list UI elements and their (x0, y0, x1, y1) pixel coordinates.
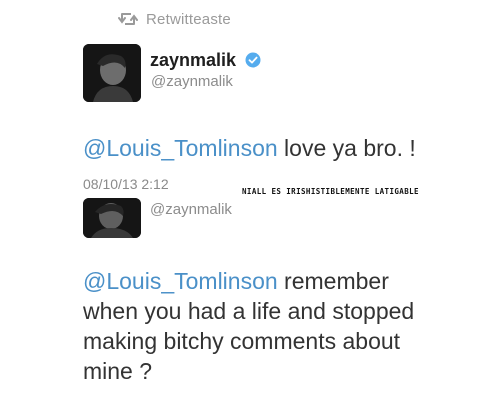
tweet-text: @Louis_Tomlinson love ya bro. ! (83, 133, 416, 163)
tweet-line-4: mine ? (83, 358, 153, 384)
avatar[interactable] (83, 198, 141, 238)
user-handle[interactable]: @zaynmalik (151, 73, 233, 90)
tweet-line-2: when you had a life and stopped (83, 298, 415, 324)
timestamp[interactable]: 08/10/13 2:12 (83, 176, 169, 192)
tweet-text: @Louis_Tomlinson remember when you had a… (83, 266, 473, 386)
display-name[interactable]: zaynmalik (150, 50, 236, 70)
tweet-line-1: @Louis_Tomlinson remember (83, 268, 389, 294)
retweet-header: Retwitteaste (118, 9, 231, 29)
mention-link[interactable]: @Louis_Tomlinson (83, 268, 278, 294)
tweet-line-3: making bitchy comments about (83, 328, 401, 354)
mention-link[interactable]: @Louis_Tomlinson (83, 135, 278, 161)
user-name-row: zaynmalik (150, 50, 261, 71)
retweet-label: Retwitteaste (146, 10, 231, 28)
verified-badge-icon (245, 52, 261, 68)
overlay-caption: NIALL ES IRISHISTIBLEMENTE LATIGABLE (242, 187, 419, 196)
tweet-body: love ya bro. ! (277, 135, 416, 161)
retweet-icon (118, 12, 138, 26)
user-handle[interactable]: @zaynmalik (150, 201, 232, 218)
avatar[interactable] (83, 44, 141, 102)
